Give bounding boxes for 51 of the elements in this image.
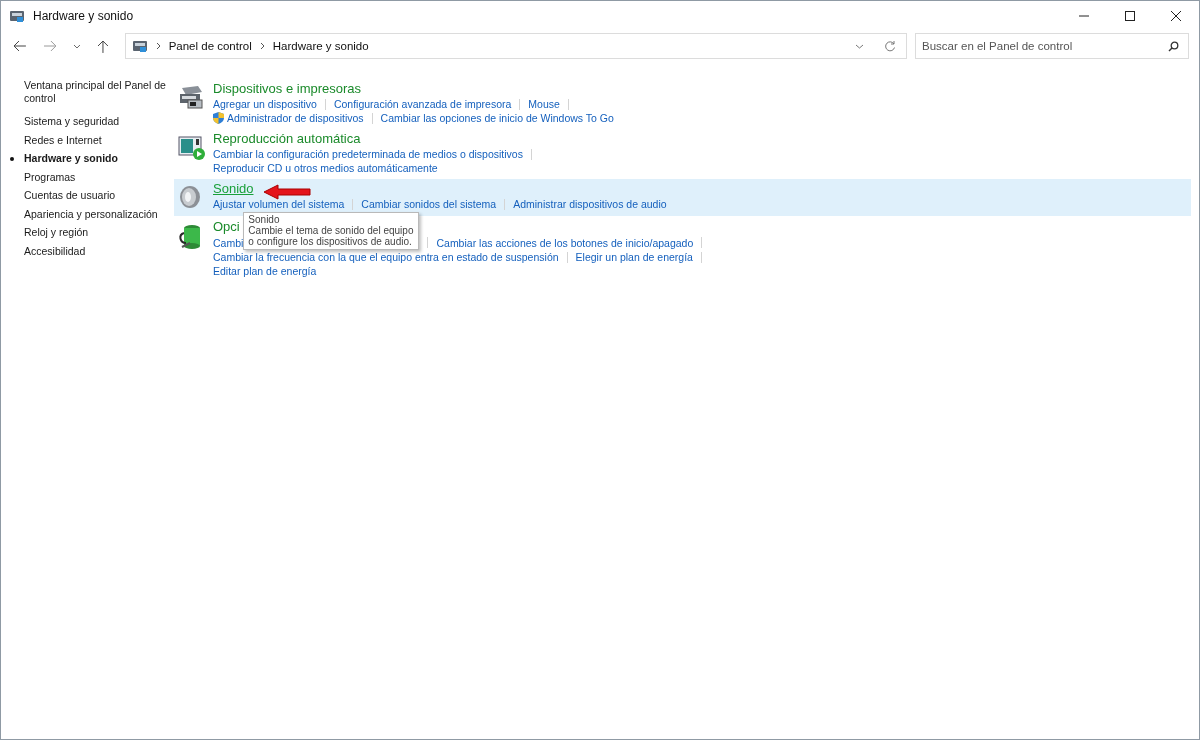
- pointer-arrow: [263, 184, 311, 200]
- shield-icon: [213, 112, 224, 124]
- task-link[interactable]: Cambiar las opciones de inicio de Windows To Go: [380, 111, 614, 125]
- forward-arrow-icon[interactable]: [42, 40, 57, 52]
- up-arrow-icon[interactable]: [96, 39, 109, 53]
- task-link[interactable]: Administrar dispositivos de audio: [513, 197, 667, 211]
- address-bar[interactable]: Panel de control Hardware y sonido: [124, 33, 907, 59]
- task-link[interactable]: Cambiar las acciones de los botones de inicio/apagado: [436, 235, 694, 250]
- tooltip-text: Cambie el tema de sonido del equipo: [248, 225, 414, 236]
- sidebar-link[interactable]: Ventana principal del Panel de control: [24, 79, 174, 105]
- task-link[interactable]: Ajustar volumen del sistema: [213, 197, 345, 211]
- tooltip-title: Sonido: [248, 214, 281, 225]
- search-icon: [1168, 41, 1179, 52]
- breadcrumb[interactable]: Hardware y sonido: [272, 40, 369, 52]
- task-link[interactable]: Cambiar la frecuencia con la que el equipo entra en estado de suspensión: [213, 250, 559, 264]
- sidebar-link[interactable]: Reloj y región: [24, 226, 89, 239]
- category-title-link[interactable]: Reproducción automática: [213, 131, 361, 147]
- control-panel-icon: [9, 9, 25, 23]
- media-play-icon: [178, 135, 206, 161]
- breadcrumb[interactable]: Panel de control: [168, 40, 252, 52]
- category-title-link[interactable]: Opci: [213, 219, 240, 235]
- dropdown-caret-icon[interactable]: [855, 43, 864, 49]
- category-title-link[interactable]: Dispositivos e impresoras: [213, 81, 362, 97]
- back-arrow-icon[interactable]: [13, 40, 27, 52]
- sidebar-link[interactable]: Programas: [24, 170, 76, 184]
- tooltip-text: o configure los dispositivos de audio.: [248, 236, 412, 247]
- task-link[interactable]: Elegir un plan de energía: [575, 250, 693, 264]
- sidebar-link[interactable]: Apariencia y personalización: [24, 207, 158, 221]
- printer-icon: [178, 85, 204, 109]
- task-link[interactable]: Editar plan de energía: [213, 264, 317, 278]
- task-link[interactable]: Administrador de dispositivos: [227, 111, 364, 125]
- sidebar-link[interactable]: Sistema y seguridad: [24, 115, 120, 128]
- chevron-icon: [155, 42, 161, 50]
- task-link[interactable]: Reproducir CD u otros medios automáticamente: [213, 161, 438, 175]
- refresh-icon[interactable]: [884, 40, 896, 52]
- task-link[interactable]: Cambiar sonidos del sistema: [361, 197, 497, 211]
- sidebar-link[interactable]: Redes e Internet: [24, 133, 102, 147]
- task-link[interactable]: Cambiar la configuración predeterminada de medios o dispositivos: [213, 147, 523, 161]
- search-field[interactable]: Buscar en el Panel de control: [915, 33, 1189, 59]
- task-link[interactable]: Cambi: [213, 235, 244, 250]
- sidebar-link[interactable]: Cuentas de usuario: [24, 189, 116, 202]
- dropdown-caret-icon[interactable]: [72, 43, 81, 49]
- chevron-icon: [259, 42, 265, 50]
- window-title: Hardware y sonido: [33, 9, 134, 23]
- task-link[interactable]: Mouse: [528, 97, 560, 111]
- control-panel-icon: [131, 39, 148, 53]
- sidebar-link[interactable]: Accesibilidad: [24, 244, 86, 258]
- task-link[interactable]: Agregar un dispositivo: [213, 97, 317, 111]
- sidebar-link[interactable]: Hardware y sonido: [24, 152, 118, 165]
- task-link[interactable]: Configuración avanzada de impresora: [333, 97, 512, 111]
- speaker-icon: [178, 185, 202, 209]
